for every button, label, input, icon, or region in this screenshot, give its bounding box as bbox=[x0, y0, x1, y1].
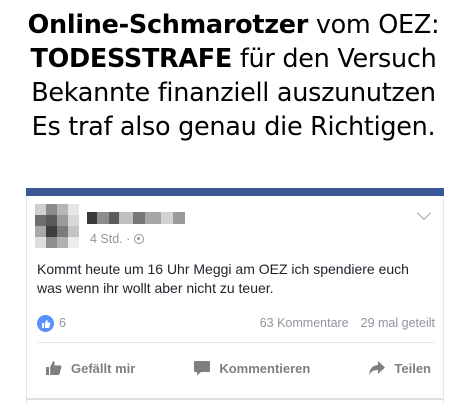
headline-line-1: Online-Schmarotzer vom OEZ: bbox=[0, 8, 467, 42]
comment-label: Kommentieren bbox=[219, 360, 311, 376]
share-label: Teilen bbox=[394, 360, 431, 376]
post-text: Kommt heute um 16 Uhr Meggi am OEZ ich s… bbox=[37, 261, 409, 296]
author-name-blurred[interactable] bbox=[87, 212, 185, 224]
headline-bold-1: Online-Schmarotzer bbox=[27, 10, 309, 40]
facebook-top-bar bbox=[26, 188, 444, 196]
headline: Online-Schmarotzer vom OEZ: TODESSTRAFE … bbox=[0, 8, 467, 144]
like-label: Gefällt mir bbox=[71, 360, 136, 376]
headline-line-3: Bekannte finanziell auszunutzen bbox=[31, 78, 436, 108]
like-button[interactable]: Gefällt mir bbox=[45, 354, 135, 382]
share-count[interactable]: 29 mal geteilt bbox=[361, 316, 435, 330]
engagement-counts: 63 Kommentare 29 mal geteilt bbox=[260, 316, 435, 330]
post-time[interactable]: 4 Std. · bbox=[90, 232, 130, 246]
headline-line-2: TODESSTRAFE für den Versuch bbox=[0, 42, 467, 76]
post-stats: 6 63 Kommentare 29 mal geteilt bbox=[37, 315, 435, 333]
comment-button[interactable]: Kommentieren bbox=[193, 354, 310, 382]
avatar[interactable] bbox=[35, 204, 79, 248]
headline-bold-2: TODESSTRAFE bbox=[30, 44, 233, 74]
headline-line-4: Es traf also genau die Richtigen. bbox=[31, 112, 436, 142]
like-reaction-icon[interactable] bbox=[37, 315, 54, 332]
headline-text-1: vom OEZ: bbox=[308, 10, 440, 40]
post-meta: 4 Std. · bbox=[90, 232, 145, 246]
comment-icon bbox=[194, 361, 211, 376]
share-button[interactable]: Teilen bbox=[368, 354, 431, 382]
thumbs-up-icon bbox=[46, 361, 62, 375]
globe-icon bbox=[134, 234, 145, 244]
like-count[interactable]: 6 bbox=[59, 316, 66, 330]
share-icon bbox=[369, 361, 386, 375]
chevron-down-icon[interactable] bbox=[416, 205, 432, 221]
action-bar: Gefällt mir Kommentieren Teilen bbox=[27, 354, 445, 382]
divider bbox=[37, 342, 435, 343]
headline-text-2: für den Versuch bbox=[232, 44, 437, 74]
bottom-divider bbox=[26, 398, 444, 400]
comment-count[interactable]: 63 Kommentare bbox=[260, 316, 349, 330]
post-card: 4 Std. · Kommt heute um 16 Uhr Meggi am … bbox=[26, 196, 444, 404]
